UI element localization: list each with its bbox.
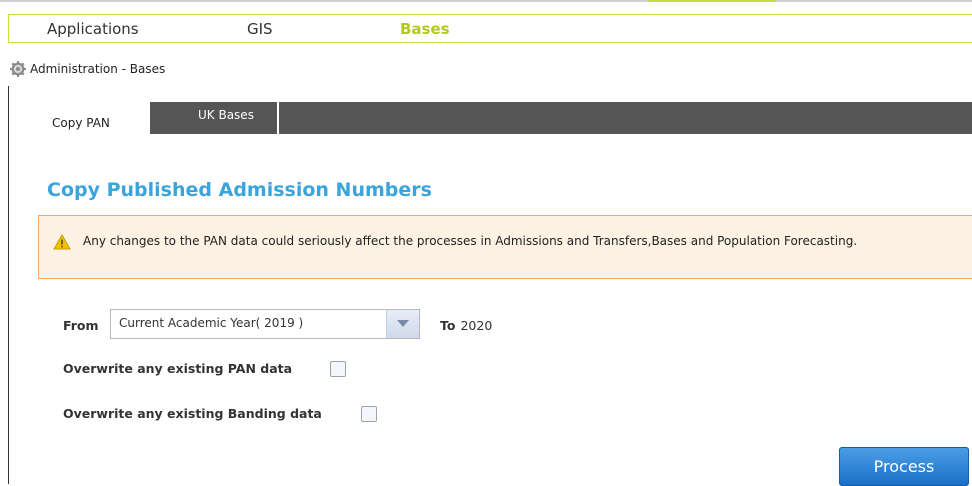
warning-text: Any changes to the PAN data could seriou…	[83, 234, 858, 248]
dropdown-button[interactable]	[386, 310, 419, 338]
nav-item-applications[interactable]: Applications	[47, 20, 139, 38]
from-year-value: Current Academic Year( 2019 )	[119, 316, 304, 330]
content-left-border	[8, 86, 9, 484]
warning-icon	[53, 234, 71, 250]
nav-item-gis[interactable]: GIS	[247, 20, 273, 38]
tab-copy-pan-label: Copy PAN	[52, 116, 110, 130]
tab-copy-pan[interactable]: Copy PAN	[18, 102, 150, 136]
tab-bar: Copy PAN UK Bases	[18, 102, 972, 136]
tab-uk-bases[interactable]: UK Bases	[152, 102, 276, 134]
breadcrumb-text: Administration - Bases	[30, 62, 166, 76]
page-title: Copy Published Admission Numbers	[47, 179, 432, 201]
overwrite-pan-label: Overwrite any existing PAN data	[63, 361, 293, 376]
to-year: To 2020	[440, 318, 492, 333]
tab-separator	[277, 102, 279, 134]
tab-uk-bases-label: UK Bases	[198, 108, 254, 122]
breadcrumb: Administration - Bases	[10, 60, 165, 78]
nav-item-bases[interactable]: Bases	[400, 20, 450, 38]
from-year-select[interactable]: Current Academic Year( 2019 )	[110, 309, 420, 339]
from-label: From	[63, 318, 99, 333]
overwrite-pan-checkbox[interactable]	[330, 361, 346, 377]
to-label: To	[440, 318, 456, 333]
process-button[interactable]: Process	[839, 447, 969, 486]
top-navigation-bar: Applications GIS Bases	[8, 14, 972, 43]
chevron-down-icon	[397, 320, 409, 327]
overwrite-banding-label: Overwrite any existing Banding data	[63, 406, 322, 421]
overwrite-banding-checkbox[interactable]	[361, 406, 377, 422]
top-border-line	[0, 0, 972, 2]
warning-banner: Any changes to the PAN data could seriou…	[38, 215, 972, 279]
gear-icon	[10, 61, 26, 77]
top-border-accent	[648, 0, 776, 2]
to-year-value: 2020	[460, 318, 493, 333]
